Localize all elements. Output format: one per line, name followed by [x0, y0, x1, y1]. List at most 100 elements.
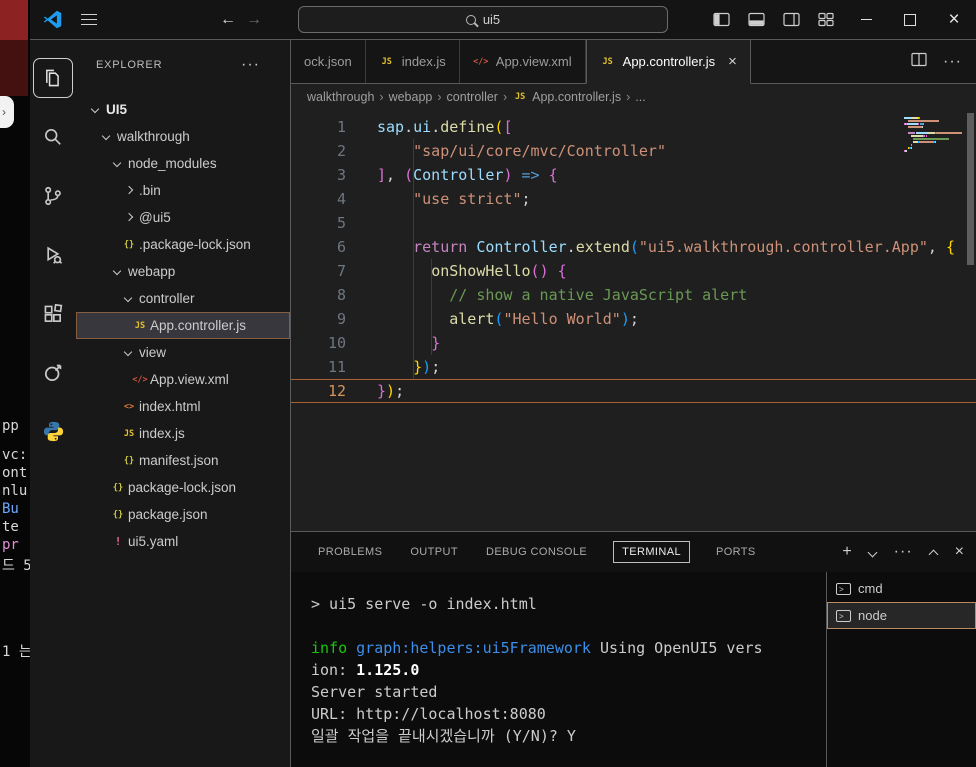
- tree-item-app-controller-js[interactable]: JSApp.controller.js: [76, 312, 290, 339]
- panel-actions: + ··· ×: [842, 532, 964, 572]
- minimap-mark: [928, 132, 935, 134]
- customize-layout-icon[interactable]: [818, 12, 834, 27]
- js-file-icon: JS: [600, 54, 616, 70]
- code-line-10[interactable]: 10 }: [291, 331, 976, 355]
- tree-item-view[interactable]: view: [76, 339, 290, 366]
- chevron-down-icon: [110, 264, 126, 280]
- editor-more-actions-icon[interactable]: ···: [943, 53, 962, 71]
- line-number: 2: [291, 139, 346, 163]
- tree-item-node-modules[interactable]: node_modules: [76, 150, 290, 177]
- toggle-primary-sidebar-icon[interactable]: [713, 12, 730, 27]
- code-text: "use strict";: [377, 187, 976, 211]
- minimap-gap: [904, 141, 913, 143]
- json-file-icon: {}: [121, 453, 137, 469]
- tree-item-manifest-json[interactable]: {}manifest.json: [76, 447, 290, 474]
- explorer-more-actions-icon[interactable]: ···: [241, 56, 260, 74]
- breadcrumb-separator-icon: ›: [437, 90, 441, 104]
- activity-bar: [30, 40, 76, 767]
- minimize-button[interactable]: [844, 0, 888, 39]
- chevron-down-icon: [88, 102, 104, 118]
- tree-item-package-json[interactable]: {}package.json: [76, 501, 290, 528]
- breadcrumb-item-webapp[interactable]: webapp: [389, 90, 433, 104]
- editor-tab-ock-json[interactable]: ock.json: [291, 40, 366, 83]
- activity-source-control[interactable]: [30, 166, 76, 225]
- menu-hamburger-icon[interactable]: [81, 10, 97, 29]
- code-line-1[interactable]: 1sap.ui.define([: [291, 115, 976, 139]
- activity-circle-arrow-extension[interactable]: [30, 343, 76, 402]
- tree-item-label: walkthrough: [117, 129, 190, 144]
- activity-run-debug[interactable]: [30, 225, 76, 284]
- panel-tab-ports[interactable]: PORTS: [714, 542, 758, 562]
- tree-item-ui5[interactable]: @ui5: [76, 204, 290, 231]
- navigate-forward-icon[interactable]: →: [241, 11, 267, 29]
- tree-item-ui5-yaml[interactable]: !ui5.yaml: [76, 528, 290, 555]
- code-line-6[interactable]: 6 return Controller.extend("ui5.walkthro…: [291, 235, 976, 259]
- code-line-12[interactable]: 12});: [291, 379, 976, 403]
- terminal-instance-node[interactable]: >node: [827, 602, 976, 629]
- code-line-7[interactable]: 7 onShowHello() {: [291, 259, 976, 283]
- editor-tab-app-view-xml[interactable]: </>App.view.xml: [460, 40, 586, 83]
- terminal-launch-dropdown-icon[interactable]: [867, 546, 879, 558]
- split-editor-icon[interactable]: [911, 52, 927, 72]
- code-token: ]: [377, 166, 386, 184]
- code-line-3[interactable]: 3], (Controller) => {: [291, 163, 976, 187]
- code-line-5[interactable]: 5: [291, 211, 976, 235]
- minimap-line: [904, 132, 962, 134]
- toggle-secondary-sidebar-icon[interactable]: [783, 12, 800, 27]
- js-file-icon: JS: [512, 89, 528, 105]
- terminal-instance-cmd[interactable]: >cmd: [827, 575, 976, 602]
- panel-tab-debug-console[interactable]: DEBUG CONSOLE: [484, 542, 589, 562]
- navigate-back-icon[interactable]: ←: [215, 11, 241, 29]
- tree-item-webapp[interactable]: webapp: [76, 258, 290, 285]
- tree-item-index-js[interactable]: JSindex.js: [76, 420, 290, 447]
- tree-item-bin[interactable]: .bin: [76, 177, 290, 204]
- tree-item-package-lock-json[interactable]: {}package-lock.json: [76, 474, 290, 501]
- panel-more-actions-icon[interactable]: ···: [894, 543, 913, 561]
- tree-item-app-view-xml[interactable]: </>App.view.xml: [76, 366, 290, 393]
- minimap-mark: [923, 123, 924, 125]
- breadcrumb-item-[interactable]: ...: [635, 90, 645, 104]
- toggle-panel-icon[interactable]: [748, 12, 765, 27]
- code-token: ui: [413, 118, 431, 136]
- code-line-2[interactable]: 2 "sap/ui/core/mvc/Controller": [291, 139, 976, 163]
- panel-tab-problems[interactable]: PROBLEMS: [316, 542, 384, 562]
- editor-tab-app-controller-js[interactable]: JSApp.controller.js×: [586, 40, 751, 84]
- breadcrumb-item-controller[interactable]: controller: [447, 90, 498, 104]
- terminal-line: 일괄 작업을 끝내시겠습니까 (Y/N)? Y: [311, 725, 826, 747]
- activity-extensions[interactable]: [30, 284, 76, 343]
- code-token: (: [630, 238, 639, 256]
- tree-item-index-html[interactable]: <>index.html: [76, 393, 290, 420]
- command-center-search[interactable]: ui5: [298, 6, 668, 33]
- activity-explorer[interactable]: [30, 48, 76, 107]
- activity-search[interactable]: [30, 107, 76, 166]
- minimap-mark: [912, 117, 919, 119]
- maximize-panel-icon[interactable]: [928, 546, 940, 558]
- breadcrumb-item-app-controller-js[interactable]: JSApp.controller.js: [512, 89, 621, 105]
- tree-item-walkthrough[interactable]: walkthrough: [76, 123, 290, 150]
- breadcrumb: walkthrough›webapp›controller›JSApp.cont…: [291, 84, 976, 110]
- tab-close-icon[interactable]: ×: [728, 53, 737, 70]
- code-line-4[interactable]: 4 "use strict";: [291, 187, 976, 211]
- code-token: [467, 238, 476, 256]
- tree-item-ui5[interactable]: UI5: [76, 96, 290, 123]
- new-terminal-icon[interactable]: +: [842, 544, 851, 560]
- minimap-mark: [916, 132, 927, 134]
- maximize-button[interactable]: [888, 0, 932, 39]
- close-button[interactable]: ×: [932, 0, 976, 39]
- terminal-line: > ui5 serve -o index.html: [311, 593, 826, 615]
- tree-item-package-lock-json[interactable]: {}.package-lock.json: [76, 231, 290, 258]
- code-editor[interactable]: 1sap.ui.define([2 "sap/ui/core/mvc/Contr…: [291, 110, 976, 531]
- code-line-8[interactable]: 8 // show a native JavaScript alert: [291, 283, 976, 307]
- minimap[interactable]: [904, 117, 962, 153]
- tree-item-controller[interactable]: controller: [76, 285, 290, 312]
- terminal-output[interactable]: > ui5 serve -o index.html info graph:hel…: [291, 572, 826, 767]
- panel-tab-output[interactable]: OUTPUT: [408, 542, 460, 562]
- editor-scrollbar[interactable]: [967, 113, 974, 265]
- activity-python[interactable]: [30, 402, 76, 461]
- code-line-11[interactable]: 11 });: [291, 355, 976, 379]
- breadcrumb-item-walkthrough[interactable]: walkthrough: [307, 90, 374, 104]
- panel-tab-terminal[interactable]: TERMINAL: [613, 541, 690, 563]
- code-line-9[interactable]: 9 alert("Hello World");: [291, 307, 976, 331]
- editor-tab-index-js[interactable]: JSindex.js: [366, 40, 460, 83]
- close-panel-icon[interactable]: ×: [955, 544, 964, 560]
